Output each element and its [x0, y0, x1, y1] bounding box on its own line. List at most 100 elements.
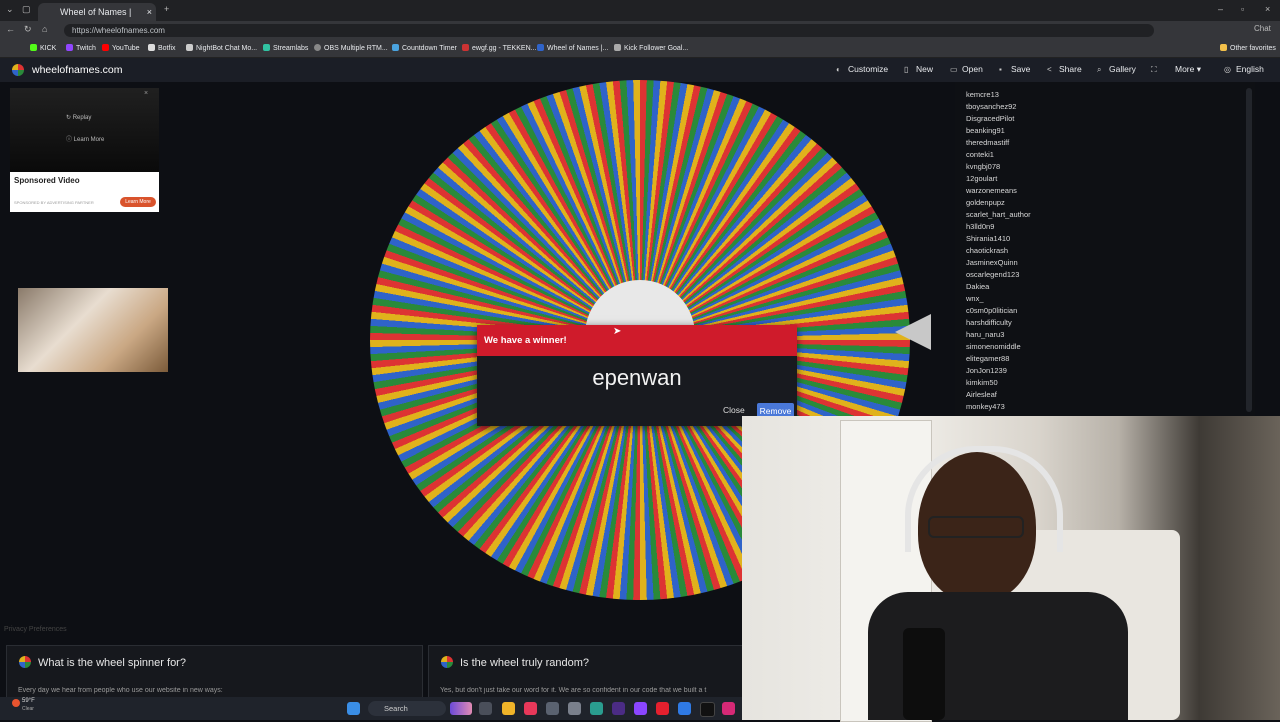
folder-icon: ▭: [950, 65, 958, 74]
nav-more[interactable]: More ▾: [1175, 64, 1201, 75]
name-list-item[interactable]: theredmastiff: [966, 138, 1009, 147]
sponsored-video-ad[interactable]: ↻ Replay ⓘ Learn More × Sponsored Video …: [10, 88, 159, 212]
workspaces-icon[interactable]: ▢: [22, 4, 31, 15]
close-tab-icon[interactable]: ×: [147, 3, 152, 21]
faq-card-purpose[interactable]: What is the wheel spinner for? Every day…: [6, 645, 423, 699]
bookmark-ewgf[interactable]: ewgf.gg - TEKKEN...: [462, 43, 536, 54]
name-list-item[interactable]: kimkim50: [966, 378, 998, 387]
bookmark-countdown[interactable]: Countdown Timer: [392, 43, 457, 54]
bookmark-youtube[interactable]: YouTube: [102, 43, 140, 54]
name-list-item[interactable]: DisgracedPilot: [966, 114, 1014, 123]
names-entry-list[interactable]: kemcre13 tboysanchez92 DisgracedPilot beank…: [955, 82, 1255, 416]
app-icon-2[interactable]: [546, 702, 559, 715]
name-list-item[interactable]: warzonemeans: [966, 186, 1017, 195]
youtube-taskbar-icon[interactable]: [656, 702, 669, 715]
ad-learn-more-link[interactable]: ⓘ Learn More: [66, 134, 104, 143]
start-menu-icon[interactable]: [347, 702, 360, 715]
name-list-item[interactable]: beanking91: [966, 126, 1005, 135]
bookmark-kick-goal[interactable]: Kick Follower Goal...: [614, 43, 688, 54]
minimize-icon[interactable]: –: [1218, 4, 1223, 14]
nav-customize[interactable]: ◐ Customize: [836, 64, 888, 74]
folder-icon: [1220, 44, 1227, 51]
bookmark-nightbot[interactable]: NightBot Chat Mo...: [186, 43, 257, 54]
name-list-item[interactable]: JonJon1239: [966, 366, 1007, 375]
twitch-taskbar-icon[interactable]: [634, 702, 647, 715]
ad-learn-more-button[interactable]: Learn More: [120, 197, 156, 207]
nav-save[interactable]: ▪ Save: [999, 64, 1030, 74]
ad-video-thumbnail[interactable]: [18, 288, 168, 372]
name-list-item[interactable]: harshdifficulty: [966, 318, 1012, 327]
address-bar[interactable]: https://wheelofnames.com: [64, 24, 1154, 37]
copilot-chat-button[interactable]: Chat: [1254, 24, 1271, 33]
site-logo[interactable]: wheelofnames.com: [32, 64, 122, 76]
app-icon-3[interactable]: [612, 702, 625, 715]
other-favorites[interactable]: Other favorites: [1220, 43, 1276, 54]
ad-close-icon[interactable]: ×: [144, 90, 148, 97]
close-button[interactable]: Close: [723, 405, 745, 415]
obs-icon: [314, 44, 321, 51]
bookmark-wheel[interactable]: Wheel of Names |...: [537, 43, 608, 54]
twitch-icon: [66, 44, 73, 51]
bookmark-twitch[interactable]: Twitch: [66, 43, 96, 54]
bookmark-obs[interactable]: OBS Multiple RTM...: [314, 43, 388, 54]
bookmark-streamlabs[interactable]: Streamlabs: [263, 43, 308, 54]
ewgf-icon: [462, 44, 469, 51]
kick-icon: [30, 44, 37, 51]
faq-card-random[interactable]: Is the wheel truly random? Yes, but don'…: [428, 645, 744, 699]
task-view-icon[interactable]: [479, 702, 492, 715]
name-list-item[interactable]: elitegamer88: [966, 354, 1009, 363]
home-icon[interactable]: ⌂: [42, 24, 47, 34]
name-list-item[interactable]: tboysanchez92: [966, 102, 1016, 111]
nav-gallery[interactable]: ⌕ Gallery: [1097, 64, 1136, 74]
name-list-item[interactable]: h3lld0n9: [966, 222, 994, 231]
bookmark-kick[interactable]: KICK: [30, 43, 56, 54]
close-window-icon[interactable]: ×: [1265, 4, 1270, 14]
settings-icon[interactable]: [568, 702, 581, 715]
refresh-icon[interactable]: ↻: [24, 24, 32, 35]
name-list-item[interactable]: chaotickrash: [966, 246, 1008, 255]
weather-temp[interactable]: 59°F: [22, 698, 35, 704]
app-icon-1[interactable]: [524, 702, 537, 715]
names-scrollbar[interactable]: [1246, 88, 1252, 412]
back-icon[interactable]: ←: [6, 24, 15, 34]
name-list-item[interactable]: haru_naru3: [966, 330, 1004, 339]
name-list-item[interactable]: wnx_: [966, 294, 984, 303]
bookmark-botfix[interactable]: Botfix: [148, 43, 176, 54]
name-list-item[interactable]: Dakiea: [966, 282, 989, 291]
name-list-item[interactable]: scarlet_hart_author: [966, 210, 1031, 219]
name-list-item[interactable]: Shirania1410: [966, 234, 1010, 243]
app-icon-4[interactable]: [678, 702, 691, 715]
new-tab-icon[interactable]: +: [164, 4, 169, 14]
youtube-icon: [102, 44, 109, 51]
name-list-item[interactable]: oscarlegend123: [966, 270, 1019, 279]
name-list-item[interactable]: conteki1: [966, 150, 994, 159]
name-list-item[interactable]: monkey473: [966, 402, 1005, 411]
nav-share[interactable]: < Share: [1047, 64, 1082, 74]
name-list-item[interactable]: Airlesleaf: [966, 390, 997, 399]
nav-fullscreen[interactable]: ⛶: [1151, 64, 1163, 74]
file-explorer-icon[interactable]: [502, 702, 515, 715]
globe-icon: ◎: [1224, 65, 1231, 74]
name-list-item[interactable]: c0sm0p0litician: [966, 306, 1017, 315]
tab-menu-icon[interactable]: ⌄: [6, 4, 14, 15]
ad-replay[interactable]: ↻ Replay: [66, 114, 91, 121]
tab-wheel-of-names[interactable]: Wheel of Names | Random name ×: [38, 3, 156, 35]
widgets-icon[interactable]: [450, 702, 472, 715]
taskbar-search[interactable]: Search: [368, 701, 446, 716]
nav-language[interactable]: ◎ English: [1224, 64, 1264, 74]
name-list-item[interactable]: kemcre13: [966, 90, 999, 99]
name-list-item[interactable]: simonenomiddle: [966, 342, 1021, 351]
tiktok-icon[interactable]: [700, 702, 715, 717]
weather-icon: [12, 699, 20, 707]
privacy-preferences-link[interactable]: Privacy Preferences: [4, 626, 67, 633]
name-list-item[interactable]: JasminexQuinn: [966, 258, 1018, 267]
name-list-item[interactable]: kvngbj078: [966, 162, 1000, 171]
nav-open[interactable]: ▭ Open: [950, 64, 983, 74]
ad-video-player[interactable]: ↻ Replay ⓘ Learn More ×: [10, 88, 159, 172]
edge-icon[interactable]: [590, 702, 603, 715]
name-list-item[interactable]: 12goulart: [966, 174, 997, 183]
nav-new[interactable]: ▯ New: [904, 64, 933, 74]
name-list-item[interactable]: goldenpupz: [966, 198, 1005, 207]
instagram-icon[interactable]: [722, 702, 735, 715]
maximize-icon[interactable]: ▫: [1241, 4, 1244, 14]
